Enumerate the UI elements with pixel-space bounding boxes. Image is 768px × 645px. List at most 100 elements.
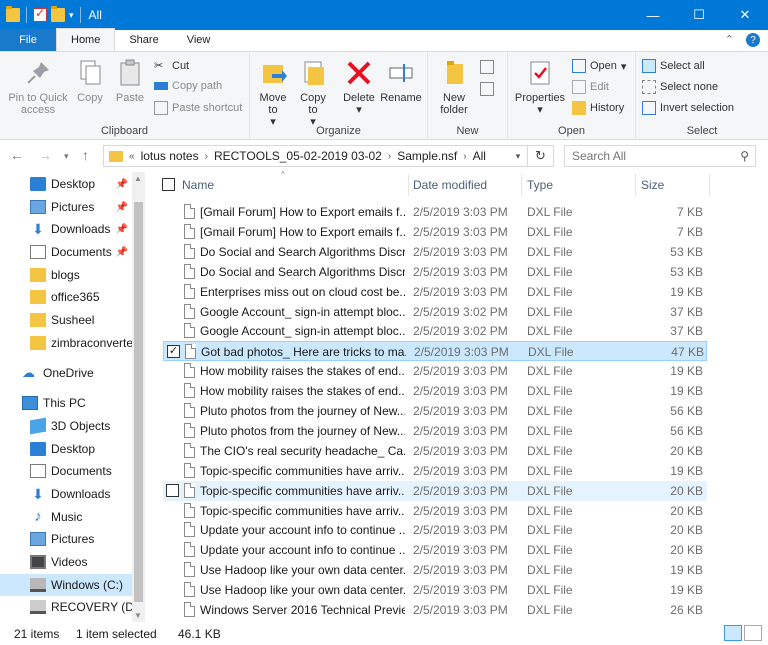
history-button[interactable]: History xyxy=(572,101,624,115)
nav-item-downloads-pc[interactable]: ⬇ Downloads xyxy=(0,483,132,505)
properties-icon[interactable] xyxy=(33,6,47,22)
scroll-up-icon[interactable]: ▲ xyxy=(134,174,142,183)
breadcrumb[interactable]: lotus notes xyxy=(137,149,203,163)
move-to-button[interactable]: Move to ▾ xyxy=(256,58,290,128)
row-checkbox[interactable]: ✓ xyxy=(167,345,180,359)
file-row[interactable]: Do Social and Search Algorithms Discr...… xyxy=(163,262,707,282)
file-row[interactable]: [Gmail Forum] How to Export emails f... 2… xyxy=(163,202,707,222)
help-icon[interactable]: ? xyxy=(746,33,760,47)
nav-item-recovery-d[interactable]: RECOVERY (D:) xyxy=(0,596,132,618)
column-size[interactable]: Size xyxy=(641,178,664,192)
column-divider[interactable] xyxy=(635,174,636,196)
scrollbar-thumb[interactable] xyxy=(134,202,143,602)
expand-ribbon-icon[interactable]: ⌃ xyxy=(725,33,734,47)
row-checkbox[interactable] xyxy=(166,483,179,497)
file-row[interactable]: Pluto photos from the journey of New... 2… xyxy=(163,421,707,441)
nav-item-documents-pc[interactable]: Documents xyxy=(0,460,132,482)
chevron-right-icon[interactable]: › xyxy=(203,151,210,162)
nav-item-music[interactable]: ♪ Music xyxy=(0,506,132,528)
file-row[interactable]: ✓ Got bad photos_ Here are tricks to ma..… xyxy=(163,341,707,362)
edit-button[interactable]: Edit xyxy=(572,80,609,94)
nav-item-onedrive[interactable]: ☁ OneDrive xyxy=(0,362,132,384)
details-view-button[interactable] xyxy=(724,625,742,641)
breadcrumb[interactable]: Sample.nsf xyxy=(393,149,461,163)
column-date-modified[interactable]: Date modified xyxy=(413,178,487,192)
rename-button[interactable]: Rename xyxy=(380,58,422,104)
open-button[interactable]: Open ▾ xyxy=(572,59,626,73)
file-row[interactable]: [Gmail Forum] How to Export emails f... 2… xyxy=(163,222,707,242)
nav-item-pictures-pc[interactable]: Pictures xyxy=(0,528,132,550)
nav-item-3d-objects[interactable]: 3D Objects xyxy=(0,415,132,437)
tab-share[interactable]: Share xyxy=(115,29,172,51)
column-divider[interactable] xyxy=(709,174,710,196)
chevron-right-icon[interactable]: › xyxy=(461,151,468,162)
address-dropdown-icon[interactable]: ▾ xyxy=(508,145,528,167)
new-folder-button[interactable]: New folder xyxy=(434,58,474,116)
new-item-button[interactable] xyxy=(480,60,494,74)
scroll-down-icon[interactable]: ▼ xyxy=(134,611,142,620)
nav-item-desktop-pc[interactable]: Desktop xyxy=(0,438,132,460)
invert-selection-button[interactable]: Invert selection xyxy=(642,101,734,115)
address-bar[interactable]: « lotus notes › RECTOOLS_05-02-2019 03-0… xyxy=(103,145,528,167)
file-row[interactable]: Do Social and Search Algorithms Discr...… xyxy=(163,242,707,262)
file-row[interactable]: How mobility raises the stakes of end...… xyxy=(163,361,707,381)
breadcrumb[interactable]: RECTOOLS_05-02-2019 03-02 xyxy=(210,149,386,163)
file-row[interactable]: Use Hadoop like your own data center... 2… xyxy=(163,560,707,580)
search-input[interactable]: Search All ⚲ xyxy=(564,145,756,167)
paste-button[interactable]: Paste xyxy=(112,58,148,104)
cut-button[interactable]: ✂ Cut xyxy=(154,59,189,73)
file-row[interactable]: Google Account_ sign-in attempt bloc... 2… xyxy=(163,302,707,322)
file-row[interactable]: Topic-specific communities have arriv...… xyxy=(163,480,707,501)
nav-item-windows-c[interactable]: Windows (C:) xyxy=(0,574,132,596)
close-button[interactable]: ✕ xyxy=(722,0,768,30)
file-row[interactable]: Enterprises miss out on cloud cost be...… xyxy=(163,282,707,302)
column-name[interactable]: Name xyxy=(182,178,214,192)
file-row[interactable]: Update your account info to continue ...… xyxy=(163,540,707,560)
tab-file[interactable]: File xyxy=(0,29,56,51)
file-row[interactable]: Use Hadoop like your own data center... 2… xyxy=(163,580,707,600)
forward-button[interactable]: → xyxy=(38,147,52,163)
minimize-button[interactable]: — xyxy=(630,0,676,30)
overflow-icon[interactable]: « xyxy=(127,151,137,162)
nav-scrollbar[interactable]: ▲ ▼ xyxy=(132,172,145,622)
chevron-right-icon[interactable]: › xyxy=(386,151,393,162)
nav-item-downloads[interactable]: ⬇ Downloads 📌 xyxy=(0,218,132,240)
recent-locations-icon[interactable]: ▾ xyxy=(64,151,69,162)
file-row[interactable]: How mobility raises the stakes of end...… xyxy=(163,381,707,401)
tab-home[interactable]: Home xyxy=(56,28,116,51)
new-folder-icon[interactable] xyxy=(51,6,65,22)
easy-access-button[interactable] xyxy=(480,82,494,96)
file-row[interactable]: Pluto photos from the journey of New... 2… xyxy=(163,401,707,421)
nav-item-susheel[interactable]: Susheel xyxy=(0,309,132,331)
column-type[interactable]: Type xyxy=(527,178,553,192)
nav-item-videos[interactable]: Videos xyxy=(0,551,132,573)
nav-item-office365[interactable]: office365 xyxy=(0,286,132,308)
nav-item-pictures[interactable]: Pictures 📌 xyxy=(0,196,132,218)
file-row[interactable]: The CIO's real security headache_ Ca... 2… xyxy=(163,441,707,461)
select-none-button[interactable]: Select none xyxy=(642,80,718,94)
nav-item-this-pc[interactable]: This PC xyxy=(0,392,132,414)
nav-item-zimbraconverter[interactable]: zimbraconverter xyxy=(0,332,132,354)
file-row[interactable]: Topic-specific communities have arriv...… xyxy=(163,501,707,521)
select-all-button[interactable]: Select all xyxy=(642,59,705,73)
copy-button[interactable]: Copy xyxy=(72,58,108,104)
file-row[interactable]: Windows Server 2016 Technical Previe... 2… xyxy=(163,600,707,620)
file-row[interactable]: Update your account info to continue ...… xyxy=(163,520,707,540)
nav-item-documents[interactable]: Documents 📌 xyxy=(0,241,132,263)
refresh-button[interactable]: ↻ xyxy=(528,145,554,167)
column-divider[interactable] xyxy=(408,174,409,196)
up-button[interactable]: ↑ xyxy=(82,147,89,163)
customize-toolbar-icon[interactable]: ▾ xyxy=(69,10,74,21)
delete-button[interactable]: Delete ▾ xyxy=(342,58,376,116)
file-row[interactable]: Topic-specific communities have arriv...… xyxy=(163,461,707,481)
properties-button[interactable]: Properties ▾ xyxy=(514,58,566,116)
copy-to-button[interactable]: Copy to ▾ xyxy=(296,58,330,128)
maximize-button[interactable]: ☐ xyxy=(676,0,722,30)
column-divider[interactable] xyxy=(521,174,522,196)
select-all-checkbox[interactable] xyxy=(162,178,175,191)
tab-view[interactable]: View xyxy=(173,29,225,51)
breadcrumb[interactable]: All xyxy=(469,149,490,163)
file-row[interactable]: Google Account_ sign-in attempt bloc... 2… xyxy=(163,321,707,341)
large-icons-view-button[interactable] xyxy=(744,625,762,641)
nav-item-blogs[interactable]: blogs xyxy=(0,264,132,286)
